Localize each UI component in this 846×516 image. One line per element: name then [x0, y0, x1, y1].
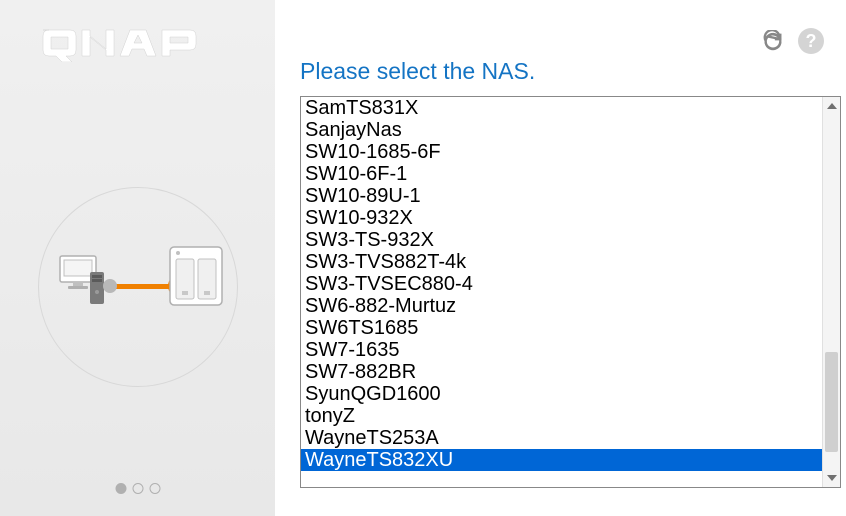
nas-list-item[interactable]: SW10-1685-6F — [301, 141, 822, 163]
refresh-button[interactable] — [762, 30, 784, 52]
scroll-up-button[interactable] — [823, 97, 840, 115]
nas-list-item[interactable]: SanjayNas — [301, 119, 822, 141]
scroll-down-button[interactable] — [823, 469, 840, 487]
nas-list-item[interactable]: SyunQGD1600 — [301, 383, 822, 405]
nas-list-item[interactable]: SW6TS1685 — [301, 317, 822, 339]
nas-list-item[interactable]: SW10-89U-1 — [301, 185, 822, 207]
nas-list-item[interactable]: SW10-932X — [301, 207, 822, 229]
connection-endpoint-left — [103, 279, 117, 293]
page-heading: Please select the NAS. — [300, 58, 535, 85]
nas-list-box: SamTS831XSanjayNasSW10-1685-6FSW10-6F-1S… — [300, 96, 841, 488]
nas-list-item[interactable]: SW6-882-Murtuz — [301, 295, 822, 317]
connection-illustration — [28, 177, 248, 397]
nas-list-item[interactable]: SamTS831X — [301, 97, 822, 119]
nas-list-item[interactable]: SW7-1635 — [301, 339, 822, 361]
nas-icon — [166, 243, 226, 313]
nas-list-item[interactable]: SW3-TS-932X — [301, 229, 822, 251]
nas-list-item[interactable]: SW10-6F-1 — [301, 163, 822, 185]
main-panel: ? Please select the NAS. SamTS831XSanjay… — [275, 0, 846, 516]
pagination-dots — [115, 483, 160, 494]
nas-list-item[interactable]: WayneTS253A — [301, 427, 822, 449]
help-button[interactable]: ? — [798, 28, 824, 54]
scrollbar[interactable] — [822, 97, 840, 487]
nas-list[interactable]: SamTS831XSanjayNasSW10-1685-6FSW10-6F-1S… — [301, 97, 822, 487]
scroll-thumb[interactable] — [825, 352, 838, 452]
nas-list-item[interactable]: tonyZ — [301, 405, 822, 427]
nas-list-item[interactable]: SW3-TVS882T-4k — [301, 251, 822, 273]
page-dot-3[interactable] — [149, 483, 160, 494]
page-dot-1[interactable] — [115, 483, 126, 494]
nas-list-item[interactable]: SW7-882BR — [301, 361, 822, 383]
nas-list-item[interactable]: SW3-TVSEC880-4 — [301, 273, 822, 295]
brand-logo — [38, 22, 218, 67]
sidebar — [0, 0, 275, 516]
toolbar: ? — [762, 28, 824, 54]
nas-list-item[interactable]: WayneTS832XU — [301, 449, 822, 471]
page-dot-2[interactable] — [132, 483, 143, 494]
